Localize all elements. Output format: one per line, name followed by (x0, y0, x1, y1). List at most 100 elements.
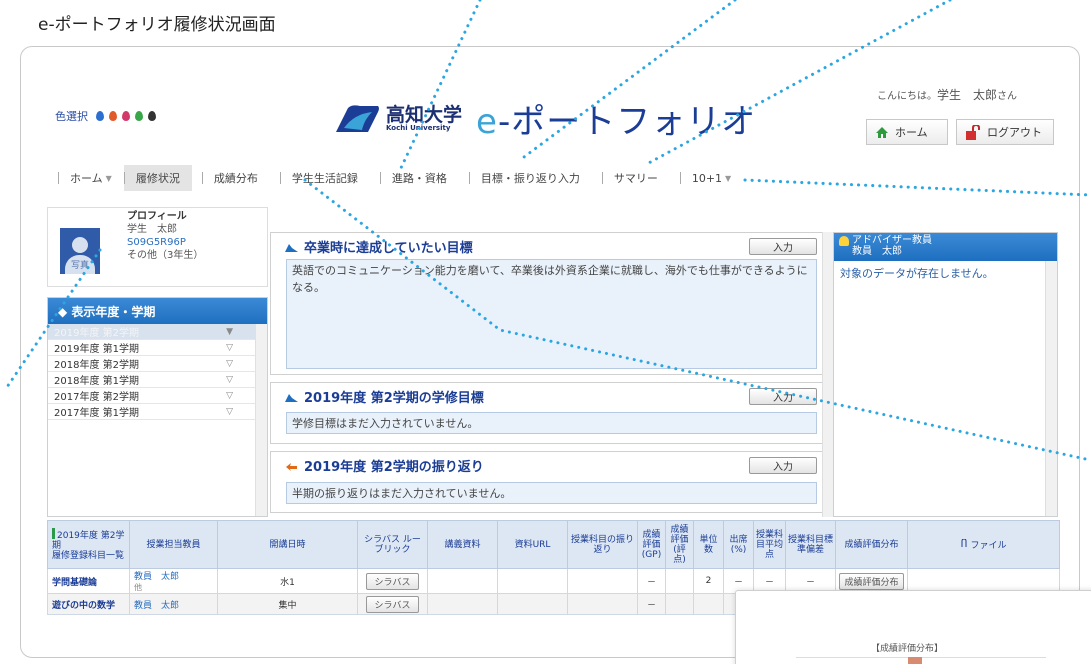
chevron-down-icon: ▼ (105, 173, 112, 183)
site-logo[interactable]: 高知大学 Kochi University e-ポートフォリオ (334, 94, 756, 143)
color-drop-icon[interactable] (122, 111, 130, 121)
nav-item[interactable]: 10+1 ▼ (679, 165, 743, 191)
color-drop-icon[interactable] (135, 111, 143, 121)
nav-item-label: ホーム (70, 172, 103, 185)
avatar: 写真 (60, 228, 100, 274)
th-materials: 講義資料 (427, 520, 498, 569)
term-panel: ◆ 表示年度・学期 2019年度 第2学期 ▼ 2019年度 第1学期 ▽ 2018年度… (47, 297, 268, 517)
reflection-text: 半期の振り返りはまだ入力されていません。 (286, 482, 817, 504)
th-syllabus: シラバス ルーブリック (357, 520, 428, 569)
triangle-icon: ▽ (226, 342, 233, 353)
score-cell (665, 568, 694, 594)
advisor-role: アドバイザー教員 (852, 235, 932, 246)
nav-item[interactable]: 履修状況 (123, 165, 192, 191)
term-list: 2019年度 第2学期 ▼ 2019年度 第1学期 ▽ 2018年度 第2学期 ▽ 2018… (48, 324, 267, 420)
nav-item[interactable]: 成績分布 (201, 165, 270, 191)
credits-cell (693, 593, 724, 615)
credits-cell: 2 (693, 568, 724, 594)
term-item-label: 2018年度 第2学期 (54, 360, 139, 371)
term-item[interactable]: 2019年度 第1学期 ▽ (48, 340, 255, 356)
advisor-name: 教員 太郎 (852, 246, 902, 257)
logout-button[interactable]: ログアウト (956, 119, 1054, 145)
nav-item-label: サマリー (613, 172, 658, 185)
term-item[interactable]: 2018年度 第2学期 ▽ (48, 356, 255, 372)
avatar-photo-label: 写真 (70, 261, 89, 271)
nav-item-label: 進路・資格 (391, 172, 447, 185)
graduation-goal-panel: 卒業時に達成していたい目標 入力 英語でのコミュニケーション能力を磨いて、卒業後… (270, 232, 830, 375)
grade-distribution-popup: 【成績評価分布】 (735, 590, 1091, 664)
nav-item-label: 履修状況 (135, 172, 180, 185)
color-select: 色選択 (55, 108, 156, 124)
color-drop-icon[interactable] (109, 111, 117, 121)
graduation-goal-title: 卒業時に達成していたい目標 (304, 241, 473, 256)
materials-cell (427, 593, 498, 615)
graduation-goal-text: 英語でのコミュニケーション能力を磨いて、卒業後は外資系企業に就職し、海外でも仕事… (286, 259, 817, 369)
nav-item[interactable]: 進路・資格 (379, 165, 459, 191)
color-drop-icon[interactable] (148, 111, 156, 121)
term-item[interactable]: 2017年度 第1学期 ▽ (48, 404, 255, 420)
app-title: e-ポートフォリオ (476, 102, 757, 142)
material-url-cell (497, 593, 568, 615)
advisor-scrollbar[interactable] (1045, 261, 1057, 516)
term-item-label: 2017年度 第1学期 (54, 408, 139, 419)
nav-item[interactable]: ホーム ▼ (58, 165, 124, 191)
th-gp: 成績評価(GP) (637, 520, 666, 569)
th-attendance: 出席(%) (723, 520, 754, 569)
advisor-icon (839, 236, 849, 246)
schedule: 集中 (217, 593, 358, 615)
syllabus-cell: シラバス (357, 568, 428, 594)
course-name[interactable]: 学問基礎論 (47, 568, 130, 594)
gp-cell: － (637, 568, 666, 594)
home-button[interactable]: ホーム (866, 119, 948, 145)
semester-goal-input-button[interactable]: 入力 (749, 388, 817, 405)
term-scrollbar[interactable] (255, 324, 267, 516)
term-item-label: 2019年度 第2学期 (54, 328, 139, 339)
reflection-input-button[interactable]: 入力 (749, 457, 817, 474)
nav-item[interactable]: 学生生活記録 (279, 165, 370, 191)
reflection-cell (567, 593, 638, 615)
th-credits: 単位数 (693, 520, 724, 569)
triangle-icon: ▽ (226, 358, 233, 369)
syllabus-button[interactable]: シラバス (365, 595, 420, 613)
syllabus-button[interactable]: シラバス (365, 572, 420, 590)
greeting: こんにちは。学生 太郎さん (877, 88, 1018, 102)
term-item-label: 2018年度 第1学期 (54, 376, 139, 387)
teacher-name: 教員 太郎他 (129, 568, 218, 594)
reflection-panel: 2019年度 第2学期の振り返り 入力 半期の振り返りはまだ入力されていません。 (270, 451, 830, 513)
th-schedule: 開講日時 (217, 520, 358, 569)
triangle-icon: ▽ (226, 406, 233, 417)
color-select-label: 色選択 (55, 110, 88, 123)
th-score: 成績評価(評点) (665, 520, 694, 569)
graduation-goal-input-button[interactable]: 入力 (749, 238, 817, 255)
course-name[interactable]: 遊びの中の数学 (47, 593, 130, 615)
student-category: その他（3年生） (127, 250, 204, 261)
syllabus-cell: シラバス (357, 593, 428, 615)
th-teacher: 授業担当教員 (129, 520, 218, 569)
reflection-icon (286, 462, 297, 471)
score-cell (665, 593, 694, 615)
th-std-dev: 授業科目標準偏差 (785, 520, 836, 569)
nav-item[interactable]: サマリー (601, 165, 670, 191)
term-item[interactable]: 2018年度 第1学期 ▽ (48, 372, 255, 388)
profile-name: 学生 太郎 (127, 224, 177, 235)
color-drop-icon[interactable] (96, 111, 104, 121)
distribution-button[interactable]: 成績評価分布 (839, 572, 904, 590)
th-material-url: 資料URL (497, 520, 568, 569)
page-caption: e-ポートフォリオ履修状況画面 (38, 15, 276, 35)
popup-title: 【成績評価分布】 (871, 644, 944, 654)
term-item[interactable]: 2017年度 第2学期 ▽ (48, 388, 255, 404)
nav-item[interactable]: 目標・振り返り入力 (468, 165, 592, 191)
gp-cell: － (637, 593, 666, 615)
term-item-label: 2017年度 第2学期 (54, 392, 139, 403)
teacher-name: 教員 太郎 (129, 593, 218, 615)
university-logo-icon (336, 104, 379, 132)
term-item-label: 2019年度 第1学期 (54, 344, 139, 355)
color-drops (96, 111, 156, 121)
main-nav: ホーム ▼ 履修状況 成績分布 学生生活記録 進路・資格 目標・振り返り入力 サマリー 10+1… (58, 165, 1058, 191)
semester-goal-panel: 2019年度 第2学期の学修目標 入力 学修目標はまだ入力されていません。 (270, 382, 830, 444)
term-item[interactable]: 2019年度 第2学期 ▼ (48, 324, 255, 340)
course-table-header: 2019年度 第2学期 履修登録科目一覧 授業担当教員 開講日時 シラバス ルーブ… (47, 520, 1060, 569)
advisor-panel: アドバイザー教員 教員 太郎 対象のデータが存在しません。 (833, 232, 1058, 517)
profile-card: 写真 プロフィール 学生 太郎 S09G5R96P その他（3年生） (47, 207, 268, 287)
lock-icon (966, 124, 980, 140)
